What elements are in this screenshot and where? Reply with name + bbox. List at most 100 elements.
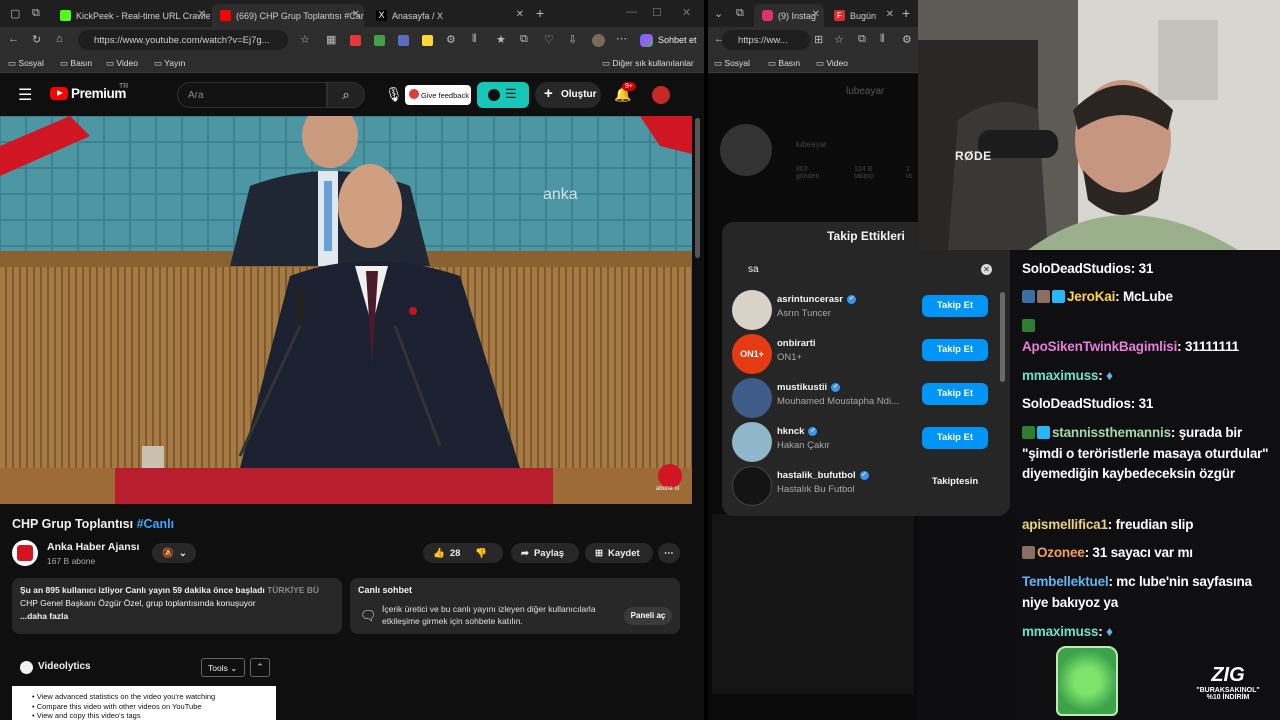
- username[interactable]: hknck ✓: [777, 426, 818, 437]
- follow-button[interactable]: Takip Et: [922, 295, 988, 317]
- user-avatar[interactable]: [732, 422, 772, 462]
- tab-kickpeek[interactable]: KickPeek - Real-time URL Crawler ✕: [52, 4, 210, 27]
- following-row[interactable]: ON1+ onbirarti ON1+ Takip Et: [722, 332, 1010, 376]
- extension-blue-icon[interactable]: [398, 35, 409, 46]
- youtube-logo-icon[interactable]: [50, 87, 68, 100]
- heart-icon[interactable]: ♡: [544, 33, 554, 46]
- other-bookmarks[interactable]: ▭ Diğer sık kullanılanlar: [602, 58, 694, 69]
- user-avatar[interactable]: [732, 290, 772, 330]
- url-field[interactable]: https://ww...: [722, 30, 810, 50]
- collapse-button[interactable]: ⌃: [250, 658, 270, 677]
- following-row[interactable]: mustikustii ✓ Mouhamed Moustapha Ndi... T…: [722, 376, 1010, 420]
- favorite-icon[interactable]: ☆: [834, 33, 844, 46]
- following-row[interactable]: hknck ✓ Hakan Çakır Takip Et: [722, 420, 1010, 464]
- follow-button[interactable]: Takip Et: [922, 427, 988, 449]
- share-button[interactable]: ➦ Paylaş: [511, 543, 579, 563]
- save-button[interactable]: ⊞ Kaydet: [585, 543, 653, 563]
- tools-dropdown[interactable]: Tools ⌄: [201, 658, 245, 677]
- downloads-icon[interactable]: ⇩: [568, 33, 577, 46]
- close-tab-icon[interactable]: ✕: [516, 9, 524, 20]
- username[interactable]: asrintuncerasr ✓: [777, 294, 857, 305]
- search-button[interactable]: ⌕: [327, 82, 365, 108]
- username[interactable]: mustikustii ✓: [777, 382, 841, 393]
- username[interactable]: hastalik_bufutbol ✓: [777, 470, 869, 481]
- following-search-input[interactable]: sa ✕: [734, 260, 998, 280]
- url-field[interactable]: https://www.youtube.com/watch?v=Ej7g...: [78, 30, 288, 50]
- dislike-icon[interactable]: 👎: [475, 548, 487, 559]
- settings-icon[interactable]: ⚙: [446, 33, 456, 46]
- collections-icon[interactable]: ⧉: [858, 33, 866, 46]
- split-screen-icon[interactable]: ⫴: [472, 33, 477, 46]
- close-tab-icon[interactable]: ✕: [198, 9, 206, 20]
- extension-yellow-icon[interactable]: [422, 35, 433, 46]
- channel-avatar[interactable]: [12, 540, 38, 566]
- like-count[interactable]: 28: [450, 548, 461, 559]
- new-tab-icon[interactable]: +: [902, 5, 910, 21]
- copilot-icon[interactable]: [640, 34, 653, 47]
- open-panel-button[interactable]: Paneli aç: [624, 607, 672, 625]
- live-hashtag-link[interactable]: #Canlı: [137, 517, 175, 531]
- follow-button[interactable]: Takip Et: [922, 383, 988, 405]
- tab-instagram[interactable]: (9) Instag ✕: [754, 4, 824, 27]
- close-tab-icon[interactable]: ✕: [812, 9, 820, 20]
- back-icon[interactable]: ←: [8, 33, 19, 45]
- favorites-list-icon[interactable]: ★: [496, 33, 506, 46]
- extension-green-icon[interactable]: [374, 35, 385, 46]
- bookmark-basin[interactable]: ▭ Basın: [60, 58, 92, 69]
- like-icon[interactable]: 👍: [433, 548, 445, 559]
- following-row[interactable]: hastalik_bufutbol ✓ Hastalık Bu Futbol Ta…: [722, 464, 1010, 508]
- tab-actions-icon[interactable]: ⧉: [736, 7, 744, 20]
- favorite-icon[interactable]: ☆: [300, 33, 310, 46]
- more-menu-icon[interactable]: ⋯: [616, 32, 627, 45]
- username[interactable]: onbirarti: [777, 338, 816, 349]
- bookmark-sosyal[interactable]: ▭ Sosyal: [8, 58, 44, 69]
- follow-button[interactable]: Takip Et: [922, 339, 988, 361]
- modal-scrollbar[interactable]: [1000, 292, 1005, 382]
- user-avatar[interactable]: [732, 466, 772, 506]
- create-button[interactable]: + Oluştur: [535, 82, 601, 108]
- split-screen-icon[interactable]: ⫴: [880, 33, 885, 46]
- hamburger-menu-icon[interactable]: ☰: [18, 85, 32, 105]
- tab-x[interactable]: X Anasayfa / X ✕: [368, 4, 528, 27]
- subscribed-button[interactable]: 🔕 ⌄: [152, 543, 196, 563]
- bookmark-video[interactable]: ▭ Video: [106, 58, 138, 69]
- extension-red-icon[interactable]: [350, 35, 361, 46]
- account-avatar[interactable]: [652, 86, 670, 104]
- new-tab-icon[interactable]: +: [536, 5, 544, 21]
- microphone-icon[interactable]: 🎙: [385, 86, 403, 103]
- following-row[interactable]: asrintuncerasr ✓ Asrın Tuncer Takip Et: [722, 288, 1010, 332]
- collections-icon[interactable]: ⧉: [520, 33, 528, 46]
- tab-bugun[interactable]: F Bugün ✕: [826, 4, 898, 27]
- home-icon[interactable]: ⌂: [56, 33, 63, 45]
- bookmark-yayin[interactable]: ▭ Yayın: [154, 58, 185, 69]
- refresh-icon[interactable]: ↻: [32, 33, 41, 46]
- description-card[interactable]: Şu an 895 kullanıcı izliyor Canlı yayın …: [12, 578, 342, 634]
- channel-name[interactable]: Anka Haber Ajansı: [47, 541, 139, 553]
- copilot-label[interactable]: Sohbet et: [658, 35, 697, 45]
- profile-avatar[interactable]: [592, 34, 605, 47]
- premium-logo-text[interactable]: Premium: [71, 86, 126, 101]
- clear-search-icon[interactable]: ✕: [981, 264, 992, 275]
- tab-actions-icon[interactable]: ⧉: [32, 7, 40, 20]
- user-avatar[interactable]: [732, 378, 772, 418]
- settings-icon[interactable]: ⚙: [902, 33, 912, 46]
- give-feedback-button[interactable]: Give feedback: [405, 85, 471, 105]
- maximize-icon[interactable]: ☐: [652, 6, 662, 19]
- tab-youtube[interactable]: (669) CHP Grup Toplantısı #Canlı ✕: [212, 4, 364, 27]
- extension-panel-button[interactable]: ☰: [477, 82, 529, 108]
- translate-icon[interactable]: ⊞: [814, 33, 823, 46]
- close-tab-icon[interactable]: ✕: [352, 9, 360, 20]
- video-player[interactable]: anka abone ol: [0, 116, 692, 504]
- close-tab-icon[interactable]: ✕: [886, 9, 894, 20]
- bookmark-video[interactable]: ▭ Video: [816, 58, 848, 69]
- page-scrollbar[interactable]: [692, 116, 704, 706]
- close-window-icon[interactable]: ✕: [682, 6, 691, 19]
- more-actions-button[interactable]: ⋯: [658, 543, 680, 563]
- workspaces-icon[interactable]: ▢: [10, 7, 20, 20]
- bookmark-basin[interactable]: ▭ Basın: [768, 58, 800, 69]
- minimize-icon[interactable]: —: [626, 6, 637, 18]
- show-more-link[interactable]: ...daha fazla: [20, 611, 68, 621]
- following-status-button[interactable]: Takiptesin: [922, 471, 988, 493]
- tab-list-icon[interactable]: ⌄: [714, 7, 723, 20]
- extension-icon[interactable]: ▦: [326, 33, 336, 46]
